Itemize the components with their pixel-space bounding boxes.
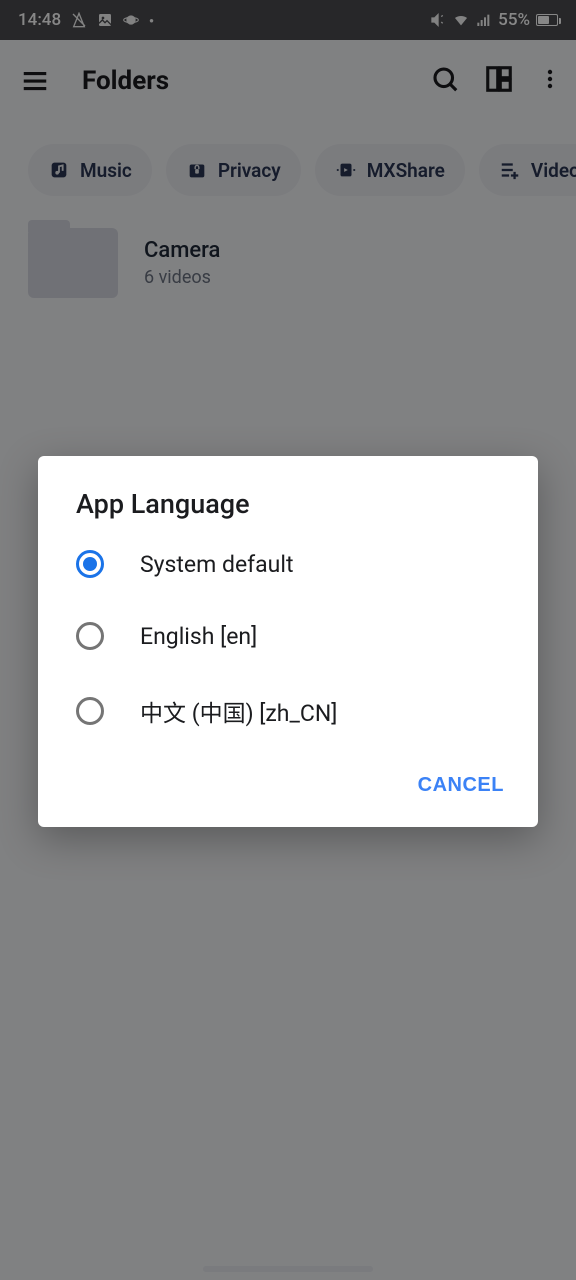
radio-button[interactable] [76,622,104,650]
radio-button[interactable] [76,550,104,578]
option-label: 中文 (中国) [zh_CN] [140,694,337,728]
language-option[interactable]: 中文 (中国) [zh_CN] [38,672,538,750]
nav-handle[interactable] [203,1266,373,1272]
radio-button[interactable] [76,697,104,725]
language-option[interactable]: English [en] [38,600,538,672]
language-dialog: App Language System default English [en] 中… [38,456,538,827]
dialog-title: App Language [38,488,538,528]
option-label: English [en] [140,623,257,650]
language-option[interactable]: System default [38,528,538,600]
cancel-button[interactable]: CANCEL [418,774,504,797]
option-label: System default [140,551,293,578]
